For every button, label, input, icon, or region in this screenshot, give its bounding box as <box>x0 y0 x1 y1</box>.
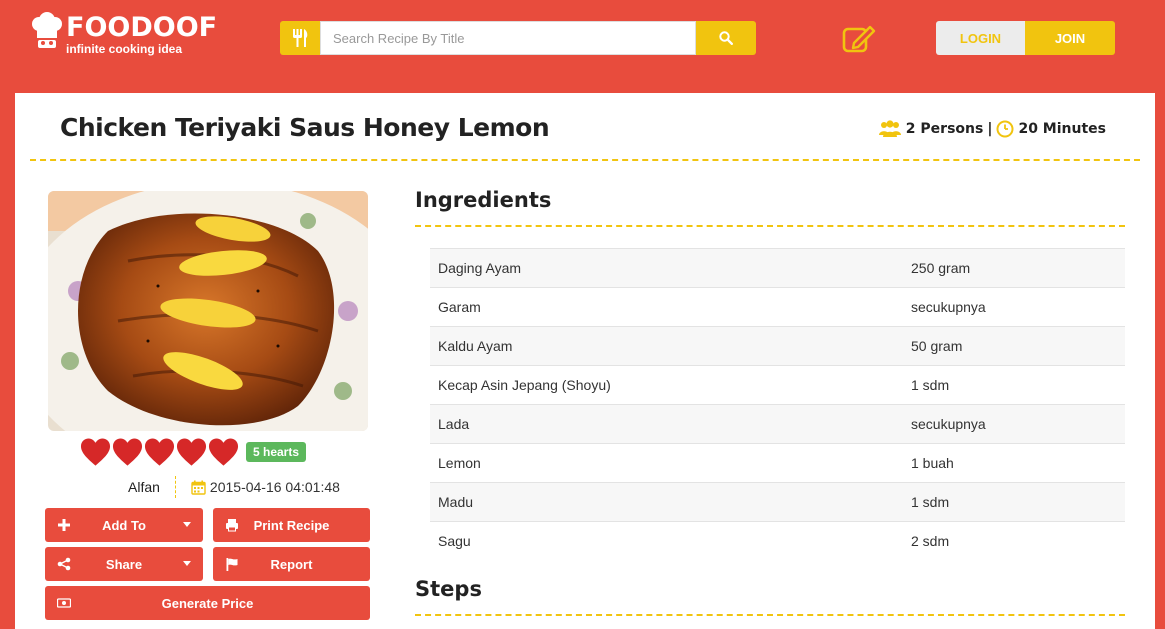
auth-buttons: LOGIN JOIN <box>936 21 1115 55</box>
heart-icon[interactable] <box>176 437 207 467</box>
edit-icon[interactable] <box>842 24 876 54</box>
brand-tagline: infinite cooking idea <box>66 42 183 56</box>
search-input[interactable] <box>320 21 696 55</box>
table-row: Lemon 1 buah <box>430 443 1125 483</box>
ingredients-table: Daging Ayam 250 gram Garam secukupnya Kald… <box>430 248 1125 561</box>
ingredient-qty: 250 gram <box>911 260 971 276</box>
chef-hat-icon <box>32 12 62 48</box>
ingredient-name: Garam <box>438 299 481 315</box>
table-row: Kaldu Ayam 50 gram <box>430 326 1125 366</box>
clock-icon <box>996 120 1014 138</box>
author-row: Alfan 2015-04-16 04:01:48 <box>128 476 340 498</box>
ingredient-qty: 1 buah <box>911 455 954 471</box>
title-divider <box>30 159 1140 161</box>
add-to-button[interactable]: Add To <box>45 508 203 542</box>
join-button[interactable]: JOIN <box>1025 21 1115 55</box>
recipe-title: Chicken Teriyaki Saus Honey Lemon <box>60 113 550 142</box>
fork-knife-icon <box>280 21 320 55</box>
author-name[interactable]: Alfan <box>128 476 176 498</box>
ingredient-name: Lemon <box>438 455 481 471</box>
ingredients-divider <box>415 225 1125 227</box>
money-icon <box>57 598 71 608</box>
table-row: Madu 1 sdm <box>430 482 1125 522</box>
heart-icon[interactable] <box>112 437 143 467</box>
post-date-text: 2015-04-16 04:01:48 <box>209 479 340 495</box>
hearts-count-badge: 5 hearts <box>246 442 307 462</box>
ingredient-name: Daging Ayam <box>438 260 522 276</box>
search-icon <box>719 31 733 45</box>
generate-price-label: Generate Price <box>161 595 254 611</box>
heart-icon[interactable] <box>144 437 175 467</box>
chevron-down-icon <box>183 522 191 527</box>
ingredient-name: Kecap Asin Jepang (Shoyu) <box>438 377 611 393</box>
share-icon <box>57 557 71 571</box>
table-row: Lada secukupnya <box>430 404 1125 444</box>
ingredients-heading: Ingredients <box>415 188 552 212</box>
ingredient-name: Sagu <box>438 533 471 550</box>
duration-text: 20 Minutes <box>1018 121 1106 137</box>
site-logo[interactable]: FOODOOF infinite cooking idea <box>30 12 217 60</box>
heart-icon[interactable] <box>208 437 239 467</box>
ingredient-name: Madu <box>438 494 474 510</box>
servings-text: 2 Persons <box>905 121 984 137</box>
table-row: Daging Ayam 250 gram <box>430 248 1125 288</box>
brand-name: FOODOOF <box>66 12 218 43</box>
recipe-card: Chicken Teriyaki Saus Honey Lemon 2 Pers… <box>15 93 1155 629</box>
steps-heading: Steps <box>415 577 482 601</box>
print-recipe-button[interactable]: Print Recipe <box>213 508 370 542</box>
ingredient-qty: 50 gram <box>911 338 963 354</box>
table-row: Kecap Asin Jepang (Shoyu) 1 sdm <box>430 365 1125 405</box>
plus-icon <box>58 519 70 531</box>
calendar-icon <box>191 480 206 495</box>
report-button[interactable]: Report <box>213 547 370 581</box>
table-row: Sagu 2 sdm <box>430 521 1125 561</box>
ingredient-qty: secukupnya <box>911 416 986 432</box>
ingredient-qty: 1 sdm <box>911 377 950 393</box>
search-button[interactable] <box>696 21 756 55</box>
table-row: Garam secukupnya <box>430 287 1125 327</box>
print-icon <box>226 519 238 532</box>
ingredient-qty: 1 sdm <box>911 494 950 510</box>
chevron-down-icon <box>183 561 191 566</box>
ingredient-name: Lada <box>438 416 470 432</box>
heart-icon[interactable] <box>80 437 111 467</box>
search-bar <box>280 21 756 55</box>
flag-icon <box>226 558 238 571</box>
rating-hearts: 5 hearts <box>80 437 307 467</box>
ingredient-qty: secukupnya <box>911 299 986 315</box>
login-button[interactable]: LOGIN <box>936 21 1025 55</box>
meta-separator: | <box>987 121 993 137</box>
steps-divider <box>415 614 1125 616</box>
share-button[interactable]: Share <box>45 547 203 581</box>
ingredient-name: Kaldu Ayam <box>438 338 513 354</box>
generate-price-button[interactable]: Generate Price <box>45 586 370 620</box>
recipe-meta: 2 Persons | 20 Minutes <box>878 120 1106 138</box>
recipe-photo[interactable] <box>48 191 368 431</box>
ingredient-qty: 2 sdm <box>911 533 950 550</box>
post-date: 2015-04-16 04:01:48 <box>176 479 340 495</box>
top-header: FOODOOF infinite cooking idea LOGIN <box>0 0 1165 86</box>
users-icon <box>878 120 901 137</box>
